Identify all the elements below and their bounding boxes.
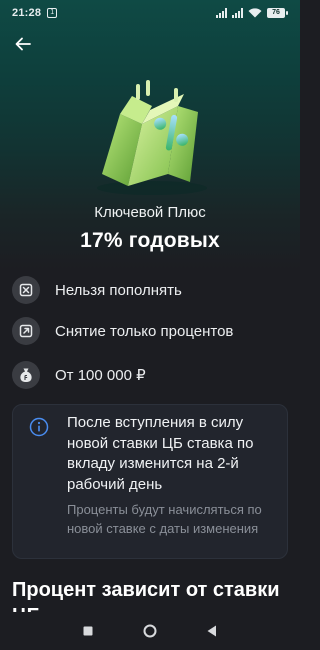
percent-calendar-icon [97, 80, 207, 195]
notice-sub-text: Проценты будут начисляться по новой став… [67, 502, 262, 536]
wifi-icon [248, 8, 262, 18]
signal-icon [216, 8, 227, 18]
notice-main-text: После вступления в силу новой ставки ЦБ … [67, 414, 254, 493]
signal-icon-2 [232, 8, 243, 18]
deposit-name: Ключевой Плюс [94, 204, 206, 221]
feature-label: От 100 000 ₽ [55, 367, 146, 384]
triangle-back-icon [207, 625, 216, 637]
circle-icon [143, 624, 157, 638]
feature-no-topup: Нельзя пополнять [12, 275, 292, 305]
info-icon [29, 417, 49, 437]
back-nav-button[interactable] [181, 616, 243, 646]
section-title: Процент зависит от ставки ЦБ [12, 579, 280, 617]
system-navigation-bar [0, 612, 300, 650]
home-button[interactable] [119, 616, 181, 646]
withdraw-arrow-icon [12, 317, 40, 345]
feature-label: Нельзя пополнять [55, 281, 182, 299]
rate-change-notice: После вступления в силу новой ставки ЦБ … [12, 404, 288, 559]
feature-min-amount: От 100 000 ₽ [12, 360, 292, 390]
status-bar: 21:28 1 76 [0, 0, 300, 26]
battery-icon: 76 [267, 8, 288, 18]
status-time: 21:28 [12, 7, 42, 19]
square-icon [83, 626, 93, 636]
no-topup-icon [12, 276, 40, 304]
money-bag-icon [12, 361, 40, 389]
sim-badge: 1 [47, 8, 58, 18]
feature-label: Снятие только процентов [55, 322, 234, 340]
deposit-rate: 17% годовых [80, 229, 220, 252]
status-icons: 76 [216, 8, 288, 18]
recents-button[interactable] [57, 616, 119, 646]
back-button[interactable] [12, 33, 34, 55]
arrow-left-icon [15, 37, 31, 51]
feature-withdraw-interest: Снятие только процентов [12, 316, 292, 346]
